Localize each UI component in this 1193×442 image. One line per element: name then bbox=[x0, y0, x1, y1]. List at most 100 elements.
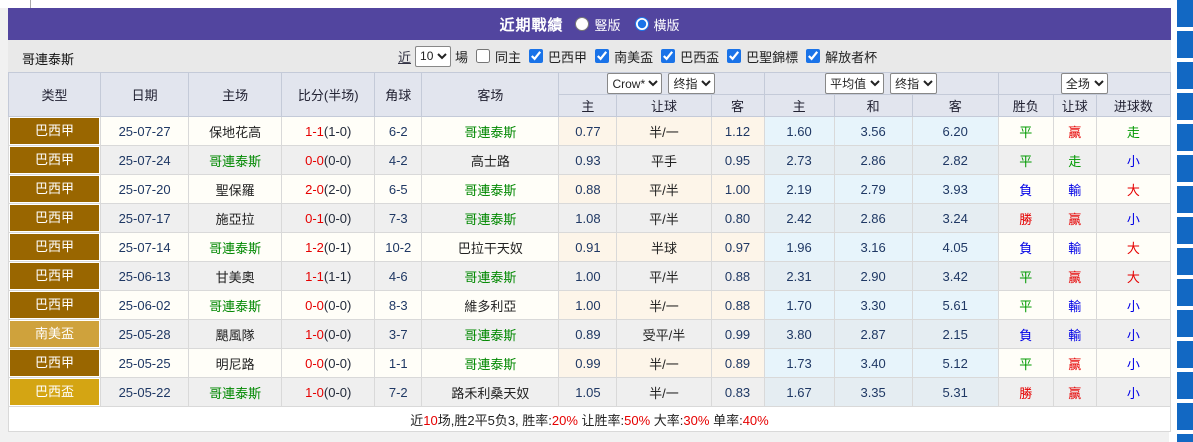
league-badge: 巴西甲 bbox=[10, 263, 99, 289]
away-team-cell: 巴拉干天奴 bbox=[422, 233, 559, 262]
home-team-name: 甘美奧 bbox=[216, 270, 255, 285]
home-team-cell: 颶風隊 bbox=[189, 320, 282, 349]
result-group-header: 全场 bbox=[998, 73, 1170, 95]
away-team-name: 哥連泰斯 bbox=[464, 212, 516, 227]
home-team-name: 哥連泰斯 bbox=[209, 241, 261, 256]
avg-draw-odds-cell: 2.90 bbox=[834, 262, 912, 291]
col-header-odds-home: 主 bbox=[764, 95, 834, 117]
home-team-cell: 聖保羅 bbox=[189, 175, 282, 204]
avg-away-odds-cell: 5.61 bbox=[912, 291, 998, 320]
avg-home-odds-cell: 1.60 bbox=[764, 117, 834, 146]
home-team-cell: 哥連泰斯 bbox=[189, 291, 282, 320]
league-badge: 巴西甲 bbox=[10, 118, 99, 144]
handicap-odds-stage-select[interactable]: 终指 bbox=[668, 73, 715, 94]
date-cell: 25-07-14 bbox=[101, 233, 189, 262]
date-cell: 25-05-25 bbox=[101, 349, 189, 378]
table-row: 巴西甲25-07-24哥連泰斯0-0(0-0)4-2高士路0.93平手0.952… bbox=[9, 146, 1171, 175]
away-team-cell: 路禾利桑天奴 bbox=[422, 378, 559, 407]
handicap-line-cell: 半/一 bbox=[617, 291, 711, 320]
goals-result-cell: 走 bbox=[1096, 117, 1170, 146]
date-cell: 25-07-17 bbox=[101, 204, 189, 233]
handicap-result-cell: 赢 bbox=[1053, 117, 1096, 146]
handicap-away-odds-cell: 0.88 bbox=[711, 291, 764, 320]
handicap-line-cell: 受平/半 bbox=[617, 320, 711, 349]
league-checkbox-brazil-a[interactable] bbox=[529, 49, 543, 63]
results-table: 类型 日期 主场 比分(半场) 角球 客场 Crow*终指 平均值终指 全场 bbox=[8, 72, 1171, 432]
date-cell: 25-05-28 bbox=[101, 320, 189, 349]
corners-cell: 4-2 bbox=[375, 146, 422, 175]
halftime-score: (1-0) bbox=[324, 124, 351, 139]
home-team-cell: 哥連泰斯 bbox=[189, 233, 282, 262]
layout-horizontal-option: 橫版 bbox=[635, 15, 680, 34]
avg-home-odds-cell: 2.31 bbox=[764, 262, 834, 291]
col-header-corner: 角球 bbox=[375, 73, 422, 117]
fulltime-score: 2-0 bbox=[305, 182, 324, 197]
away-team-name: 哥連泰斯 bbox=[464, 125, 516, 140]
league-badge: 巴西甲 bbox=[10, 176, 99, 202]
corners-cell: 6-2 bbox=[375, 117, 422, 146]
table-row: 巴西甲25-07-20聖保羅2-0(2-0)6-5哥連泰斯0.88平/半1.00… bbox=[9, 175, 1171, 204]
recent-count-select[interactable]: 10 bbox=[415, 46, 451, 67]
summary-text-part: 10 bbox=[423, 413, 437, 428]
panel-title: 近期戰績 bbox=[499, 14, 563, 35]
league-cell: 巴西甲 bbox=[9, 233, 101, 262]
fulltime-score: 0-0 bbox=[305, 298, 324, 313]
adjacent-blue-cells-strip bbox=[1177, 0, 1193, 442]
col-header-result: 胜负 bbox=[998, 95, 1053, 117]
handicap-home-odds-cell: 0.93 bbox=[559, 146, 617, 175]
league-checkbox-paulista[interactable] bbox=[727, 49, 741, 63]
match-scope-select[interactable]: 全场 bbox=[1061, 73, 1108, 94]
halftime-score: (0-0) bbox=[324, 298, 351, 313]
handicap-home-odds-cell: 0.99 bbox=[559, 349, 617, 378]
handicap-away-odds-cell: 0.99 bbox=[711, 320, 764, 349]
league-checkbox-brazil-cup[interactable] bbox=[661, 49, 675, 63]
fulltime-score: 0-0 bbox=[305, 153, 324, 168]
bookmaker-select[interactable]: Crow* bbox=[607, 73, 662, 94]
away-team-name: 哥連泰斯 bbox=[464, 183, 516, 198]
col-header-type: 类型 bbox=[9, 73, 101, 117]
away-team-cell: 哥連泰斯 bbox=[422, 320, 559, 349]
result-cell: 負 bbox=[998, 233, 1053, 262]
col-header-goals: 进球数 bbox=[1096, 95, 1170, 117]
avg-home-odds-cell: 1.67 bbox=[764, 378, 834, 407]
handicap-away-odds-cell: 1.00 bbox=[711, 175, 764, 204]
table-row: 巴西甲25-06-02哥連泰斯0-0(0-0)8-3維多利亞1.00半/一0.8… bbox=[9, 291, 1171, 320]
same-home-checkbox[interactable] bbox=[476, 49, 490, 63]
fulltime-score: 1-2 bbox=[305, 240, 324, 255]
col-header-hcap-result: 让球 bbox=[1053, 95, 1096, 117]
league-checkbox-sudamericana[interactable] bbox=[595, 49, 609, 63]
result-cell: 平 bbox=[998, 146, 1053, 175]
layout-vertical-radio[interactable] bbox=[575, 17, 589, 31]
score-cell: 0-0(0-0) bbox=[282, 291, 375, 320]
halftime-score: (2-0) bbox=[324, 182, 351, 197]
league-badge: 巴西盃 bbox=[10, 379, 99, 405]
avg-away-odds-cell: 3.42 bbox=[912, 262, 998, 291]
home-team-cell: 哥連泰斯 bbox=[189, 146, 282, 175]
col-header-hcap-line: 让球 bbox=[617, 95, 711, 117]
away-team-name: 維多利亞 bbox=[464, 299, 516, 314]
date-cell: 25-06-13 bbox=[101, 262, 189, 291]
avg-away-odds-cell: 3.24 bbox=[912, 204, 998, 233]
avg-home-odds-cell: 1.70 bbox=[764, 291, 834, 320]
corners-cell: 7-3 bbox=[375, 204, 422, 233]
date-cell: 25-07-24 bbox=[101, 146, 189, 175]
avg-draw-odds-cell: 3.35 bbox=[834, 378, 912, 407]
fulltime-score: 0-1 bbox=[305, 211, 324, 226]
summary-text-part: 50% bbox=[624, 413, 650, 428]
europe-odds-stage-select[interactable]: 终指 bbox=[890, 73, 937, 94]
avg-away-odds-cell: 3.93 bbox=[912, 175, 998, 204]
result-cell: 平 bbox=[998, 349, 1053, 378]
average-select[interactable]: 平均值 bbox=[825, 73, 884, 94]
layout-horizontal-radio[interactable] bbox=[635, 17, 649, 31]
recent-link[interactable]: 近 bbox=[398, 47, 411, 66]
league-checkbox-libertadores[interactable] bbox=[806, 49, 820, 63]
away-team-cell: 高士路 bbox=[422, 146, 559, 175]
col-header-date: 日期 bbox=[101, 73, 189, 117]
home-team-cell: 甘美奧 bbox=[189, 262, 282, 291]
recent-results-panel: 近期戰績 豎版 橫版 哥連泰斯 近 10 場 bbox=[0, 0, 1193, 442]
col-header-hcap-home: 主 bbox=[559, 95, 617, 117]
handicap-result-cell: 走 bbox=[1053, 146, 1096, 175]
date-cell: 25-07-27 bbox=[101, 117, 189, 146]
team-name: 哥連泰斯 bbox=[22, 49, 74, 68]
league-label-brazil-a: 巴西甲 bbox=[548, 47, 587, 66]
